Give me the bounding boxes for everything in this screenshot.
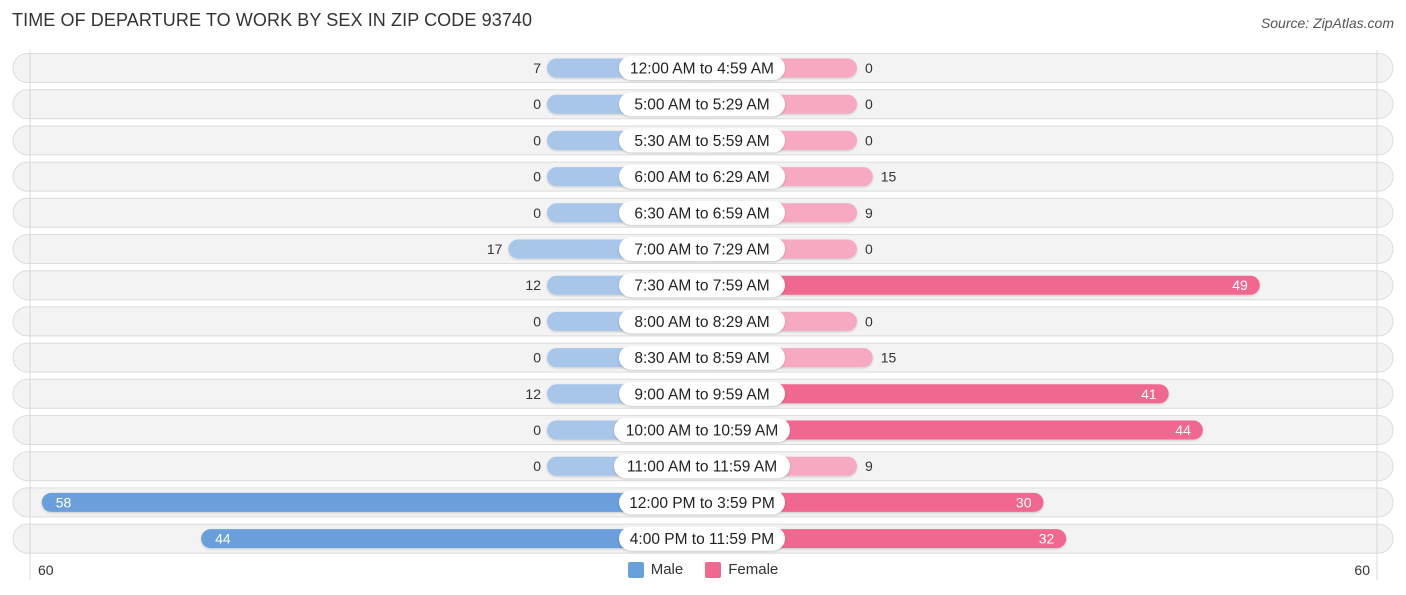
female-value-label: 9 [865, 205, 873, 221]
female-value-label: 0 [865, 132, 873, 148]
category-label: 5:30 AM to 5:59 AM [634, 133, 769, 150]
female-value-label: 0 [865, 60, 873, 76]
category-label: 12:00 PM to 3:59 PM [629, 495, 775, 512]
chart-area: 7 0 12:00 AM to 4:59 AM 0 0 5:00 AM to 5:29 A… [12, 50, 1394, 580]
male-value-label: 17 [487, 241, 503, 257]
male-value-label: 12 [525, 386, 541, 402]
category-label: 7:30 AM to 7:59 AM [634, 278, 769, 295]
category-label: 4:00 PM to 11:59 PM [630, 531, 774, 548]
female-value-label: 41 [1141, 386, 1157, 402]
male-value-label: 0 [533, 132, 541, 148]
row-5: 17 0 7:00 AM to 7:29 AM [12, 234, 1394, 264]
legend-male-label: Male [650, 561, 684, 578]
male-value-label: 0 [533, 422, 541, 438]
row-8: 0 15 8:30 AM to 8:59 AM [12, 342, 1394, 373]
row-7: 0 0 8:00 AM to 8:29 AM [12, 306, 1394, 337]
male-value-label: 0 [533, 350, 541, 366]
female-value-label: 15 [881, 350, 897, 366]
female-value-label: 15 [881, 169, 897, 185]
female-value-label: 0 [865, 313, 873, 329]
row-0: 7 0 12:00 AM to 4:59 AM [12, 53, 1394, 83]
male-value-label: 0 [533, 313, 541, 329]
male-value-label: 0 [533, 458, 541, 474]
female-value-label: 30 [1016, 494, 1032, 510]
male-value-label: 0 [533, 205, 541, 221]
female-bar[interactable] [702, 275, 1260, 295]
category-label: 6:30 AM to 6:59 AM [634, 205, 769, 222]
row-10: 0 44 10:00 AM to 10:59 AM [12, 415, 1394, 445]
legend-item-male[interactable]: Male [627, 561, 684, 578]
category-label: 7:00 AM to 7:29 AM [634, 242, 769, 259]
female-value-label: 32 [1039, 531, 1055, 547]
row-12: 58 30 12:00 PM to 3:59 PM [12, 487, 1394, 518]
female-value-label: 44 [1175, 422, 1191, 438]
row-1: 0 0 5:00 AM to 5:29 AM [12, 89, 1394, 120]
male-value-label: 7 [533, 60, 541, 76]
male-swatch [627, 561, 644, 578]
male-value-label: 44 [215, 531, 231, 547]
male-value-label: 0 [533, 169, 541, 185]
category-label: 11:00 AM to 11:59 AM [627, 459, 777, 476]
row-13: 44 32 4:00 PM to 11:59 PM [12, 523, 1394, 554]
category-label: 10:00 AM to 10:59 AM [626, 423, 779, 440]
female-value-label: 49 [1232, 277, 1248, 293]
legend-item-female[interactable]: Female [705, 561, 778, 578]
category-label: 6:00 AM to 6:29 AM [634, 169, 769, 186]
male-value-label: 0 [533, 96, 541, 112]
row-11: 0 9 11:00 AM to 11:59 AM [12, 451, 1394, 482]
legend-female-label: Female [728, 561, 779, 578]
row-3: 0 15 6:00 AM to 6:29 AM [12, 161, 1394, 192]
female-value-label: 0 [865, 241, 873, 257]
female-value-label: 9 [865, 458, 873, 474]
category-label: 8:00 AM to 8:29 AM [634, 314, 769, 331]
category-label: 9:00 AM to 9:59 AM [634, 386, 769, 403]
male-value-label: 58 [56, 494, 72, 510]
female-swatch [705, 561, 722, 578]
row-9: 12 41 9:00 AM to 9:59 AM [12, 378, 1394, 409]
female-value-label: 0 [865, 96, 873, 112]
category-label: 12:00 AM to 4:59 AM [630, 61, 774, 78]
male-value-label: 12 [525, 277, 541, 293]
category-label: 8:30 AM to 8:59 AM [634, 350, 769, 367]
row-6: 12 49 7:30 AM to 7:59 AM [12, 270, 1394, 301]
row-4: 0 9 6:30 AM to 6:59 AM [12, 197, 1394, 228]
legend: Male Female [0, 561, 1406, 578]
row-2: 0 0 5:30 AM to 5:59 AM [12, 125, 1394, 156]
category-label: 5:00 AM to 5:29 AM [634, 97, 769, 114]
male-bar[interactable] [41, 492, 703, 512]
